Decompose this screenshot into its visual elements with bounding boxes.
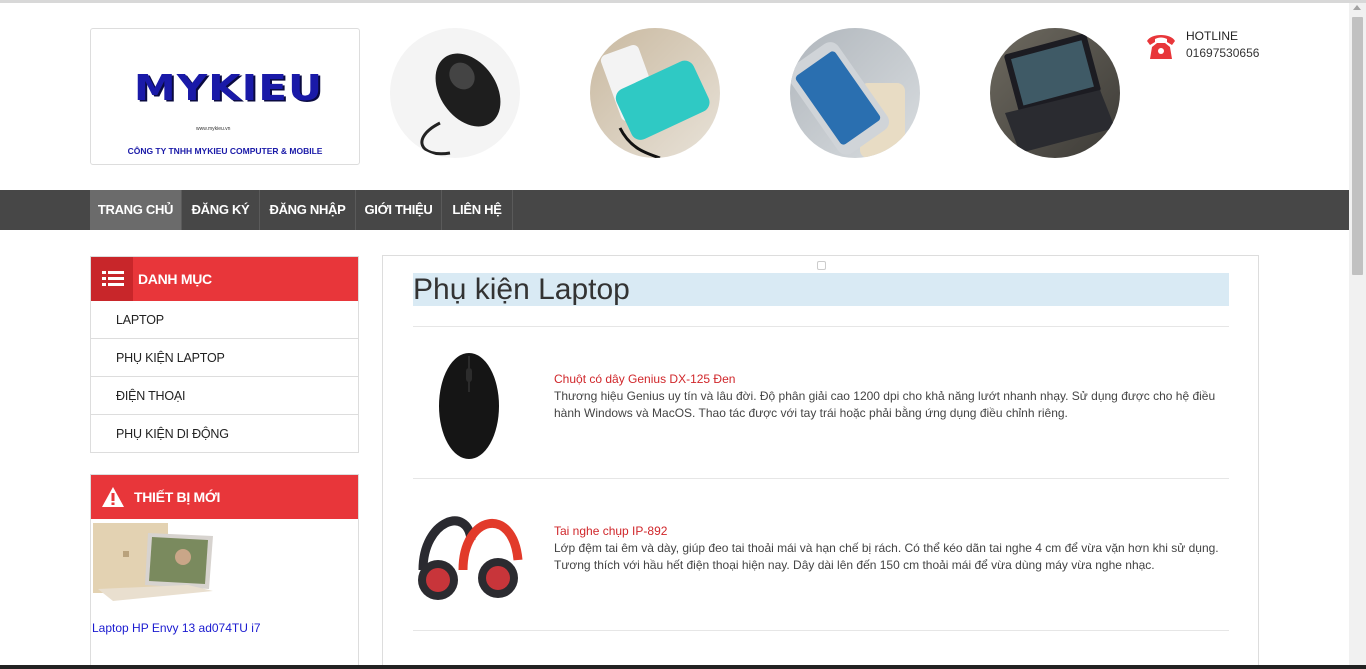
product-description: Thương hiệu Genius uy tín và lâu đời. Độ… [554, 389, 1216, 420]
category-item-laptop-accessories[interactable]: PHỤ KIỆN LAPTOP [91, 339, 358, 377]
nav-contact[interactable]: LIÊN HỆ [442, 190, 513, 230]
nav-register[interactable]: ĐĂNG KÝ [182, 190, 260, 230]
bottom-border [0, 665, 1366, 669]
power-bank-icon [590, 28, 720, 158]
nav-home[interactable]: TRANG CHỦ [90, 190, 182, 230]
category-panel: DANH MỤC LAPTOP PHỤ KIỆN LAPTOP ĐIỆN THO… [90, 256, 359, 453]
headphones-product-image[interactable] [413, 500, 533, 630]
vertical-scrollbar[interactable] [1349, 3, 1366, 669]
scroll-thumb[interactable] [1352, 17, 1363, 275]
logo-url: www.mykieu.vn [196, 126, 231, 132]
new-devices-title: THIẾT BỊ MỚI [134, 489, 221, 505]
divider [413, 326, 1229, 327]
mouse-product-image[interactable] [413, 348, 533, 478]
laptop-icon [990, 28, 1120, 158]
new-device-link[interactable]: Laptop HP Envy 13 ad074TU i7 [92, 621, 261, 635]
category-item-phone[interactable]: ĐIỆN THOẠI [91, 377, 358, 415]
new-devices-panel: THIẾT BỊ MỚI Laptop HP Envy 13 ad074TU i… [90, 474, 359, 669]
top-border [0, 0, 1366, 3]
nav-login[interactable]: ĐĂNG NHẬP [260, 190, 356, 230]
mouse-icon [390, 28, 520, 158]
nav-about[interactable]: GIỚI THIỆU [356, 190, 442, 230]
site-logo[interactable]: MYKIEU www.mykieu.vn CÔNG TY TNHH MYKIEU… [90, 28, 360, 165]
divider [413, 630, 1229, 631]
scroll-up-icon[interactable] [1353, 5, 1361, 10]
laptop-hp-envy-image[interactable] [93, 521, 215, 601]
new-devices-header: THIẾT BỊ MỚI [91, 475, 358, 519]
category-title: DANH MỤC [138, 271, 212, 287]
product-item: Chuột có dây Genius DX-125 Đen Thương hi… [413, 348, 1229, 498]
product-name[interactable]: Tai nghe chụp IP-892 [554, 524, 667, 538]
category-header: DANH MỤC [91, 257, 358, 301]
smartphone-icon [790, 28, 920, 158]
main-content: Phụ kiện Laptop Chuột có dây Genius DX-1… [382, 255, 1259, 669]
list-icon [102, 271, 124, 286]
product-item: Tai nghe chụp IP-892 Lớp đệm tai êm và d… [413, 500, 1229, 650]
divider [413, 478, 1229, 479]
logo-wordmark: MYKIEU [133, 66, 324, 109]
product-description: Lớp đệm tai êm và dày, giúp đeo tai thoả… [554, 541, 1219, 572]
warning-icon [102, 487, 124, 507]
logo-company-name: CÔNG TY TNHH MYKIEU COMPUTER & MOBILE [127, 146, 323, 156]
hotline-label: HOTLINE [1186, 29, 1239, 43]
hotline-number: 01697530656 [1186, 46, 1260, 60]
main-navbar: TRANG CHỦ ĐĂNG KÝ ĐĂNG NHẬP GIỚI THIỆU L… [0, 190, 1349, 230]
loading-indicator [817, 261, 826, 270]
product-name[interactable]: Chuột có dây Genius DX-125 Đen [554, 372, 735, 386]
phone-icon [1147, 35, 1175, 59]
category-item-mobile-accessories[interactable]: PHỤ KIỆN DI ĐỘNG [91, 415, 358, 453]
category-item-laptop[interactable]: LAPTOP [91, 301, 358, 339]
page-title: Phụ kiện Laptop [413, 273, 1229, 306]
